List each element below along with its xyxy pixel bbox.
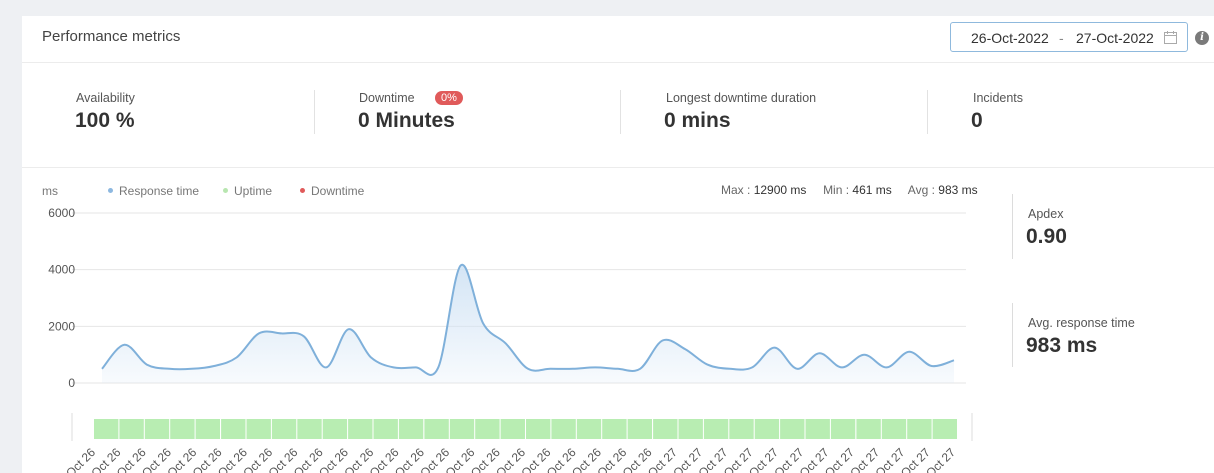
uptime-block bbox=[602, 419, 627, 439]
date-separator: - bbox=[1059, 30, 1064, 46]
avg-response-value: 983 ms bbox=[1026, 334, 1098, 357]
uptime-block bbox=[703, 419, 729, 439]
stat-value: 0 mins bbox=[664, 109, 731, 132]
apdex-value: 0.90 bbox=[1026, 225, 1067, 248]
uptime-block bbox=[576, 419, 602, 439]
uptime-block bbox=[94, 419, 119, 439]
y-tick-label: 6000 bbox=[48, 206, 75, 220]
page-title: Performance metrics bbox=[42, 28, 181, 45]
panel-divider bbox=[1012, 303, 1013, 367]
performance-card: Performance metrics 26-Oct-2022 - 27-Oct… bbox=[22, 16, 1214, 473]
info-icon[interactable]: i bbox=[1195, 31, 1209, 45]
stat-divider bbox=[314, 90, 315, 134]
uptime-block bbox=[551, 419, 576, 439]
avg-response-label: Avg. response time bbox=[1028, 316, 1135, 330]
uptime-block bbox=[170, 419, 195, 439]
uptime-block bbox=[754, 419, 780, 439]
uptime-block bbox=[500, 419, 525, 439]
card-header: Performance metrics 26-Oct-2022 - 27-Oct… bbox=[22, 16, 1214, 63]
uptime-block bbox=[805, 419, 830, 439]
avg-response-panel: Avg. response time 983 ms bbox=[1012, 303, 1192, 367]
stat-divider bbox=[620, 90, 621, 134]
stat-label: Availability bbox=[76, 91, 135, 105]
uptime-block bbox=[830, 419, 856, 439]
uptime-block bbox=[729, 419, 754, 439]
apdex-label: Apdex bbox=[1028, 207, 1064, 221]
response-time-chart: 6000400020000Oct 26Oct 26Oct 26Oct 26Oct… bbox=[48, 206, 973, 473]
stat-label: Incidents bbox=[973, 91, 1024, 105]
downtime-percent-badge: 0% bbox=[435, 91, 463, 105]
uptime-block bbox=[881, 419, 907, 439]
uptime-block bbox=[119, 419, 144, 439]
y-tick-label: 0 bbox=[68, 376, 75, 390]
stat-value: 0 bbox=[971, 109, 983, 132]
uptime-block bbox=[398, 419, 424, 439]
uptime-block bbox=[246, 419, 271, 439]
stat-divider bbox=[927, 90, 928, 134]
uptime-block bbox=[221, 419, 246, 439]
stat-label: Downtime bbox=[359, 91, 415, 105]
uptime-block bbox=[678, 419, 703, 439]
uptime-block bbox=[932, 419, 957, 439]
uptime-block bbox=[526, 419, 551, 439]
date-to[interactable]: 27-Oct-2022 bbox=[1076, 30, 1154, 46]
stat-label: Longest downtime duration bbox=[666, 91, 817, 105]
uptime-block bbox=[348, 419, 373, 439]
response-time-area bbox=[102, 264, 954, 383]
uptime-block bbox=[856, 419, 881, 439]
panel-divider bbox=[1012, 194, 1013, 259]
uptime-block bbox=[449, 419, 475, 439]
uptime-block bbox=[424, 419, 449, 439]
stats-row: Availability 100 % Downtime 0 Minutes Lo… bbox=[22, 63, 1214, 168]
uptime-block bbox=[271, 419, 297, 439]
uptime-block bbox=[780, 419, 805, 439]
uptime-block bbox=[373, 419, 398, 439]
y-tick-label: 4000 bbox=[48, 263, 75, 277]
date-range-picker[interactable]: 26-Oct-2022 - 27-Oct-2022 bbox=[950, 22, 1188, 52]
uptime-block bbox=[653, 419, 678, 439]
uptime-block bbox=[627, 419, 652, 439]
uptime-block bbox=[907, 419, 932, 439]
uptime-block bbox=[322, 419, 348, 439]
calendar-icon[interactable] bbox=[1164, 31, 1177, 44]
uptime-block bbox=[195, 419, 220, 439]
date-from[interactable]: 26-Oct-2022 bbox=[971, 30, 1049, 46]
stat-value: 100 % bbox=[75, 109, 135, 132]
y-tick-label: 2000 bbox=[48, 319, 75, 333]
apdex-panel: Apdex 0.90 bbox=[1012, 194, 1192, 259]
stat-value: 0 Minutes bbox=[358, 109, 455, 132]
uptime-block bbox=[475, 419, 500, 439]
uptime-block bbox=[144, 419, 170, 439]
uptime-block bbox=[297, 419, 322, 439]
